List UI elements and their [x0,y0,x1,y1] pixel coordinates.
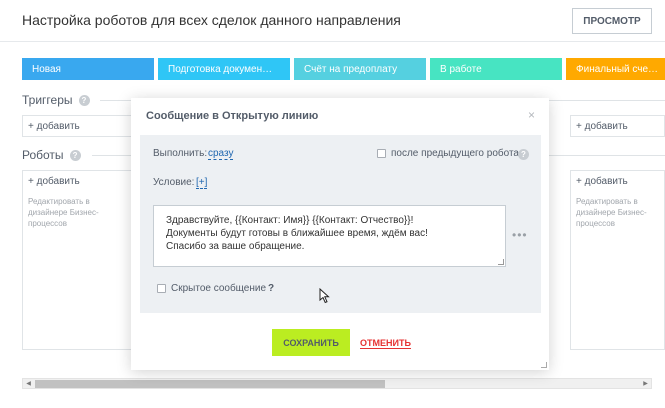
stage-label: Подготовка докумен… [168,63,273,75]
close-icon[interactable]: × [528,108,535,122]
designer-link[interactable]: Редактировать в дизайнере Бизнес-процесс… [28,196,128,229]
scroll-thumb[interactable] [35,380,385,388]
more-options-icon[interactable]: ••• [512,228,528,242]
designer-link[interactable]: Редактировать в дизайнере Бизнес-процесс… [576,196,661,229]
robot-column: + добавить Редактировать в дизайнере Биз… [22,170,134,350]
trigger-column-right: + добавить [570,115,665,137]
message-line: Документы будут готовы в ближайшее время… [166,228,428,239]
execute-timing-link[interactable]: сразу [208,148,234,160]
robots-label: Роботы [22,148,64,162]
add-robot-link[interactable]: + добавить [576,176,628,187]
cancel-button[interactable]: ОТМЕНИТЬ [360,338,411,349]
execute-label: Выполнить: [153,148,208,159]
message-textarea[interactable]: Здравствуйте, {{Контакт: Имя}} {{Контакт… [153,205,506,267]
dialog-title: Сообщение в Открытую линию [146,110,319,122]
open-line-message-dialog: Сообщение в Открытую линию × Выполнить: … [131,98,549,370]
mouse-cursor-icon [319,288,330,304]
after-previous-checkbox[interactable] [377,149,386,158]
hidden-message-help-icon[interactable]: ? [268,283,274,294]
help-icon[interactable]: ? [78,94,90,106]
stage-label: Счёт на предоплату [304,63,398,75]
help-icon[interactable]: ? [69,149,81,161]
help-icon[interactable]: ? [518,149,529,160]
scroll-left-icon[interactable]: ◀ [23,379,34,388]
triggers-heading: Триггеры ? [22,93,90,107]
stage-prepayment-invoice[interactable]: Счёт на предоплату [294,58,426,80]
stage-label: Финальный сче… [576,63,659,75]
resize-handle-icon[interactable] [498,259,504,265]
trigger-column: + добавить [22,115,134,137]
stage-in-progress[interactable]: В работе [430,58,562,80]
stage-label: В работе [440,63,482,75]
dialog-body: Выполнить: сразу после предыдущего робот… [140,135,541,313]
message-line: Спасибо за ваше обращение. [166,241,305,252]
horizontal-scrollbar[interactable]: ◀ ▶ [22,378,652,389]
hidden-message-label: Скрытое сообщение [171,283,267,294]
triggers-label: Триггеры [22,93,73,107]
robot-column-right: + добавить Редактировать в дизайнере Биз… [570,170,665,350]
robots-heading: Роботы ? [22,148,81,162]
page-title: Настройка роботов для всех сделок данног… [22,12,401,28]
stage-label: Новая [32,63,61,75]
stage-documents[interactable]: Подготовка докумен… [158,58,290,80]
preview-button[interactable]: ПРОСМОТР [572,8,652,34]
stage-new[interactable]: Новая [22,58,154,80]
after-previous-label: после предыдущего робота [391,148,519,159]
scroll-right-icon[interactable]: ▶ [640,379,651,388]
add-trigger-link[interactable]: + добавить [576,121,628,132]
message-line: Здравствуйте, {{Контакт: Имя}} {{Контакт… [166,215,414,226]
page-header: Настройка роботов для всех сделок данног… [0,0,665,42]
add-trigger-link[interactable]: + добавить [28,121,80,132]
hidden-message-checkbox[interactable] [157,284,166,293]
condition-label: Условие: [153,177,195,188]
dialog-resize-icon[interactable] [541,362,547,368]
add-condition-link[interactable]: [+] [196,177,208,189]
stage-final-invoice[interactable]: Финальный сче… [566,58,665,80]
add-robot-link[interactable]: + добавить [28,176,80,187]
pipeline-stages: Новая Подготовка докумен… Счёт на предоп… [22,58,665,80]
save-button[interactable]: СОХРАНИТЬ [272,329,350,356]
